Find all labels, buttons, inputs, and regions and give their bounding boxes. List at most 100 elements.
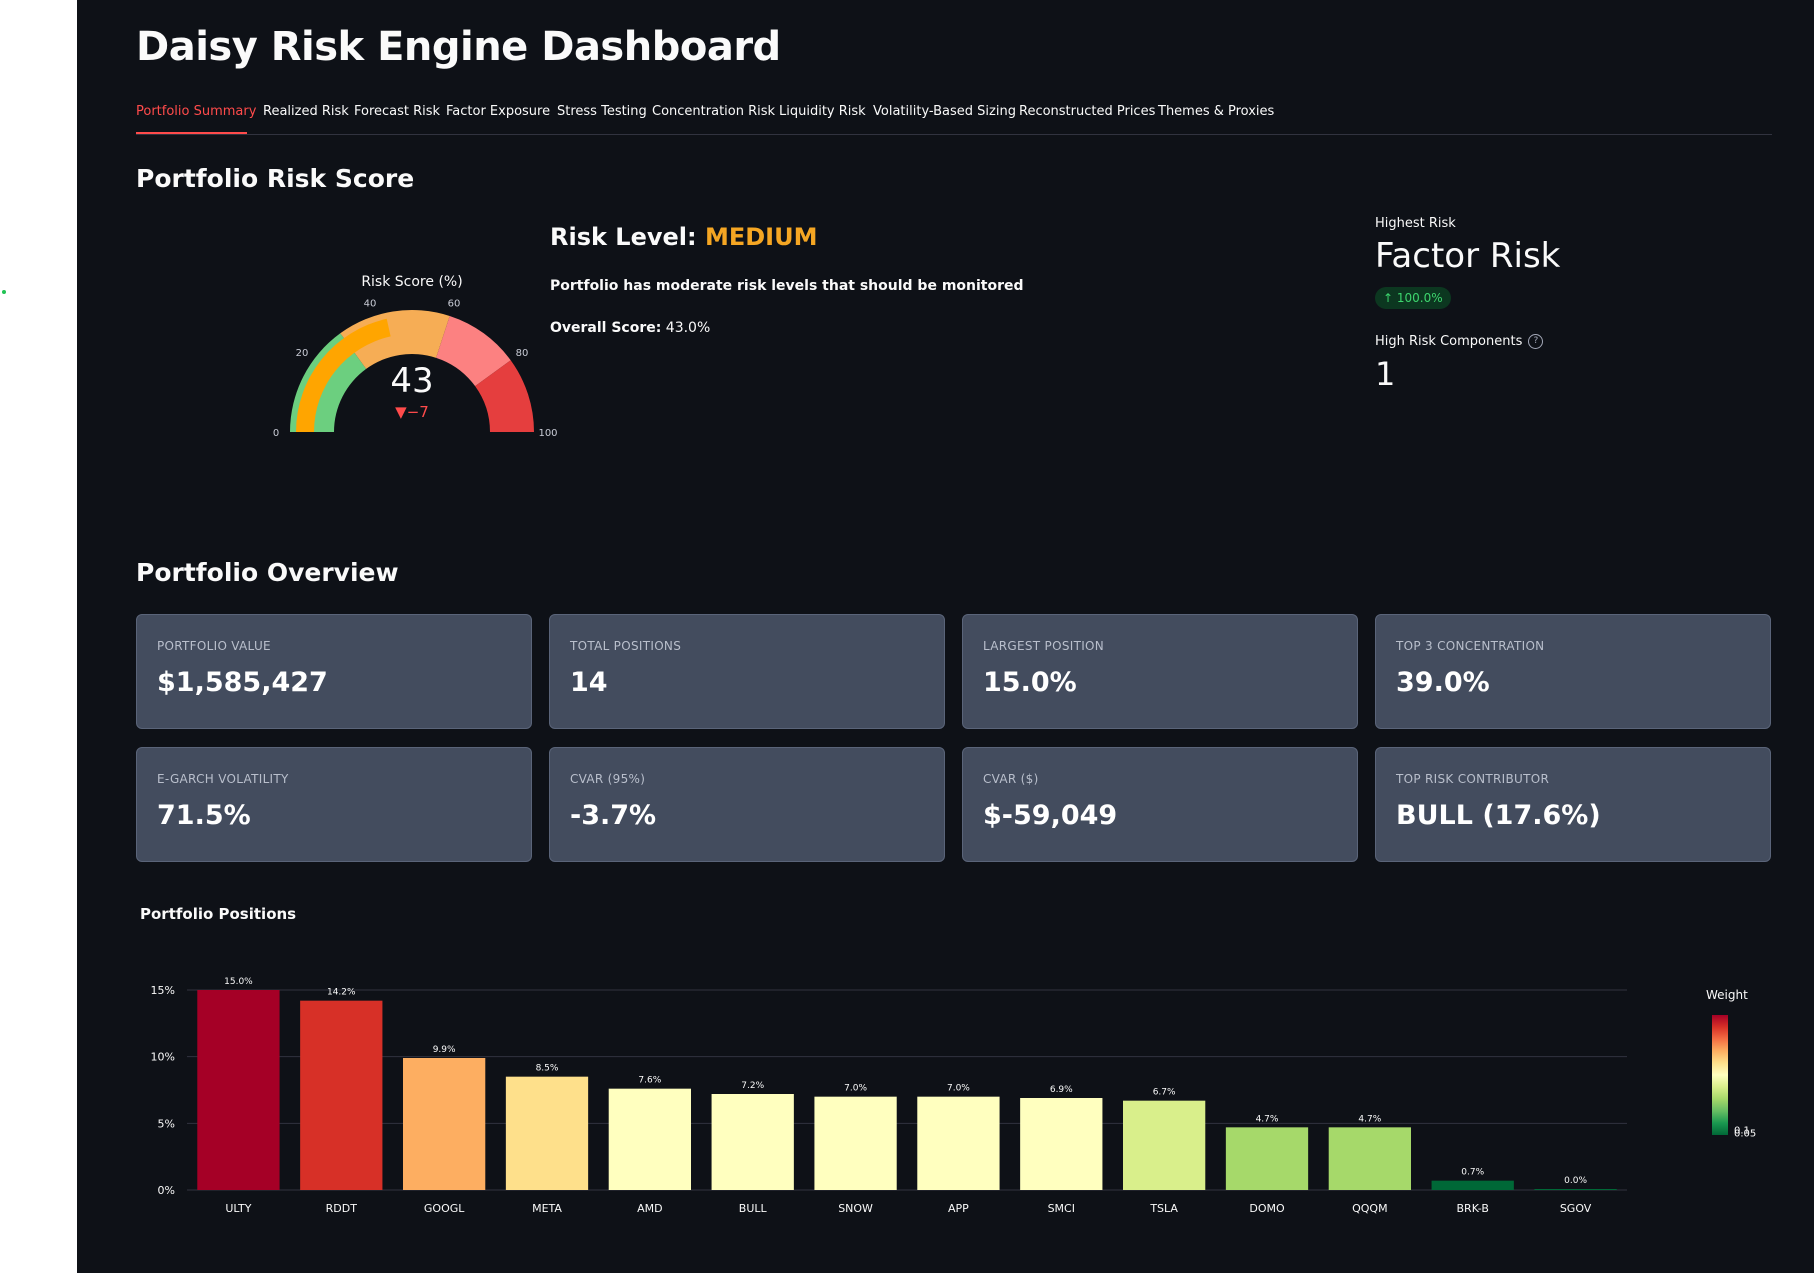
x-tick-label: BRK-B <box>1457 1202 1489 1215</box>
chart-bar[interactable] <box>1328 1127 1411 1190</box>
bar-data-label: 15.0% <box>224 977 253 987</box>
card-value: 39.0% <box>1396 667 1490 698</box>
chart-bar[interactable] <box>300 1000 383 1190</box>
main-content: Daisy Risk Engine Dashboard Portfolio Su… <box>77 0 1814 1273</box>
x-tick-label: SNOW <box>838 1202 873 1215</box>
high-risk-components-text: High Risk Components <box>1375 334 1523 349</box>
gauge-tick-label: 80 <box>516 348 529 359</box>
chart-bar[interactable] <box>917 1096 1000 1190</box>
tab-portfolio-summary[interactable]: Portfolio Summary <box>136 104 256 119</box>
gauge-tick-label: 60 <box>448 299 461 310</box>
risk-score-heading: Portfolio Risk Score <box>136 164 415 193</box>
tab-forecast-risk[interactable]: Forecast Risk <box>354 104 440 119</box>
x-tick-label: SMCI <box>1048 1202 1075 1215</box>
help-circle-icon[interactable]: ? <box>1528 334 1544 349</box>
tab-themes-proxies[interactable]: Themes & Proxies <box>1158 104 1274 119</box>
card-value: BULL (17.6%) <box>1396 800 1601 831</box>
x-tick-label: META <box>532 1202 562 1215</box>
card-largest-position: LARGEST POSITION 15.0% <box>962 614 1358 729</box>
gauge-delta: ▼−7 <box>395 403 429 421</box>
chart-bar[interactable] <box>608 1088 691 1190</box>
gauge-tick-label: 100 <box>538 428 557 439</box>
bar-data-label: 0.7% <box>1461 1168 1484 1178</box>
tab-stress-testing[interactable]: Stress Testing <box>557 104 647 119</box>
tab-liquidity-risk[interactable]: Liquidity Risk <box>779 104 866 119</box>
y-tick-label: 10% <box>151 1051 175 1064</box>
tab-factor-exposure[interactable]: Factor Exposure <box>446 104 550 119</box>
risk-score-gauge: Risk Score (%) 0 20 40 60 80 100 43 ▼−7 <box>273 274 558 439</box>
card-egarch-volatility: E-GARCH VOLATILITY 71.5% <box>136 747 532 862</box>
chart-bar[interactable] <box>1534 1189 1617 1190</box>
risk-level-value: MEDIUM <box>704 223 818 251</box>
card-label: TOP 3 CONCENTRATION <box>1396 639 1545 653</box>
x-tick-label: DOMO <box>1249 1202 1285 1215</box>
card-portfolio-value: PORTFOLIO VALUE $1,585,427 <box>136 614 532 729</box>
chart-bar[interactable] <box>1020 1098 1103 1190</box>
chart-bar[interactable] <box>403 1058 486 1190</box>
x-tick-label: ULTY <box>225 1202 251 1215</box>
high-risk-components-value: 1 <box>1375 355 1396 393</box>
x-tick-label: RDDT <box>326 1202 358 1215</box>
risk-level-prefix: Risk Level: <box>550 223 705 251</box>
y-tick-label: 0% <box>158 1184 175 1197</box>
card-label: LARGEST POSITION <box>983 639 1105 653</box>
highest-risk-delta-value: 100.0% <box>1396 291 1443 305</box>
card-total-positions: TOTAL POSITIONS 14 <box>549 614 945 729</box>
card-label: CVAR (95%) <box>570 772 646 786</box>
risk-description: Portfolio has moderate risk levels that … <box>550 278 1024 294</box>
gauge-tick-label: 0 <box>273 428 279 439</box>
x-tick-label: GOOGL <box>424 1202 465 1215</box>
gauge-tick-label: 20 <box>296 348 309 359</box>
highest-risk-value: Factor Risk <box>1375 236 1561 276</box>
overall-score-label: Overall Score: <box>550 320 662 336</box>
colorbar-title: Weight <box>1706 988 1748 1002</box>
gauge-tick-label: 40 <box>364 299 377 310</box>
overview-heading: Portfolio Overview <box>136 558 399 587</box>
chart-title: Portfolio Positions <box>140 905 297 923</box>
chart-bar[interactable] <box>1123 1100 1206 1190</box>
card-label: E-GARCH VOLATILITY <box>157 772 289 786</box>
bar-data-label: 7.6% <box>638 1076 661 1086</box>
chart-bar[interactable] <box>1225 1127 1309 1190</box>
bar-data-label: 6.9% <box>1050 1085 1073 1095</box>
tab-reconstructed-prices[interactable]: Reconstructed Prices <box>1019 104 1155 119</box>
x-tick-label: TSLA <box>1149 1202 1178 1215</box>
chart-bar[interactable] <box>711 1094 794 1190</box>
bar-data-label: 9.9% <box>433 1045 456 1055</box>
y-tick-label: 15% <box>151 984 175 997</box>
card-value: -3.7% <box>570 800 657 831</box>
chart-bar[interactable] <box>505 1076 589 1190</box>
colorbar <box>1712 1015 1728 1135</box>
portfolio-positions-chart: 0% 5% 10% 15% 15.0% ULTY 14.2% RDDT 9.9% GOOGL 8.5… <box>151 977 1757 1215</box>
card-value: $-59,049 <box>983 800 1118 831</box>
x-tick-label: SGOV <box>1560 1202 1592 1215</box>
tab-realized-risk[interactable]: Realized Risk <box>263 104 349 119</box>
page-title: Daisy Risk Engine Dashboard <box>136 24 781 70</box>
gauge-title: Risk Score (%) <box>361 274 462 290</box>
bar-data-label: 8.5% <box>536 1064 559 1074</box>
high-risk-components-label: High Risk Components? <box>1375 334 1544 349</box>
card-top3-concentration: TOP 3 CONCENTRATION 39.0% <box>1375 614 1771 729</box>
bar-data-label: 0.0% <box>1564 1176 1587 1186</box>
tab-volatility-based-sizing[interactable]: Volatility-Based Sizing <box>873 104 1016 119</box>
x-tick-label: APP <box>948 1202 969 1215</box>
chart-bar[interactable] <box>1431 1180 1514 1190</box>
active-tab-indicator <box>136 132 247 134</box>
bar-data-label: 14.2% <box>327 988 356 998</box>
card-label: CVAR ($) <box>983 772 1039 786</box>
card-value: 14 <box>570 667 608 698</box>
sidebar-collapsed <box>0 0 77 1273</box>
chart-bar[interactable] <box>814 1096 897 1190</box>
card-label: PORTFOLIO VALUE <box>157 639 271 653</box>
chart-bar[interactable] <box>197 990 280 1190</box>
card-label: TOP RISK CONTRIBUTOR <box>1396 772 1550 786</box>
tab-concentration-risk[interactable]: Concentration Risk <box>652 104 775 119</box>
colorbar-tick-label: 0.05 <box>1734 1128 1756 1139</box>
arrow-up-icon: ↑ <box>1383 291 1394 305</box>
risk-level: Risk Level: MEDIUM <box>550 223 817 251</box>
y-tick-label: 5% <box>158 1117 175 1130</box>
bar-data-label: 4.7% <box>1358 1114 1381 1124</box>
card-value: $1,585,427 <box>157 667 328 698</box>
bar-data-label: 7.0% <box>947 1084 970 1094</box>
bar-data-label: 4.7% <box>1256 1114 1279 1124</box>
